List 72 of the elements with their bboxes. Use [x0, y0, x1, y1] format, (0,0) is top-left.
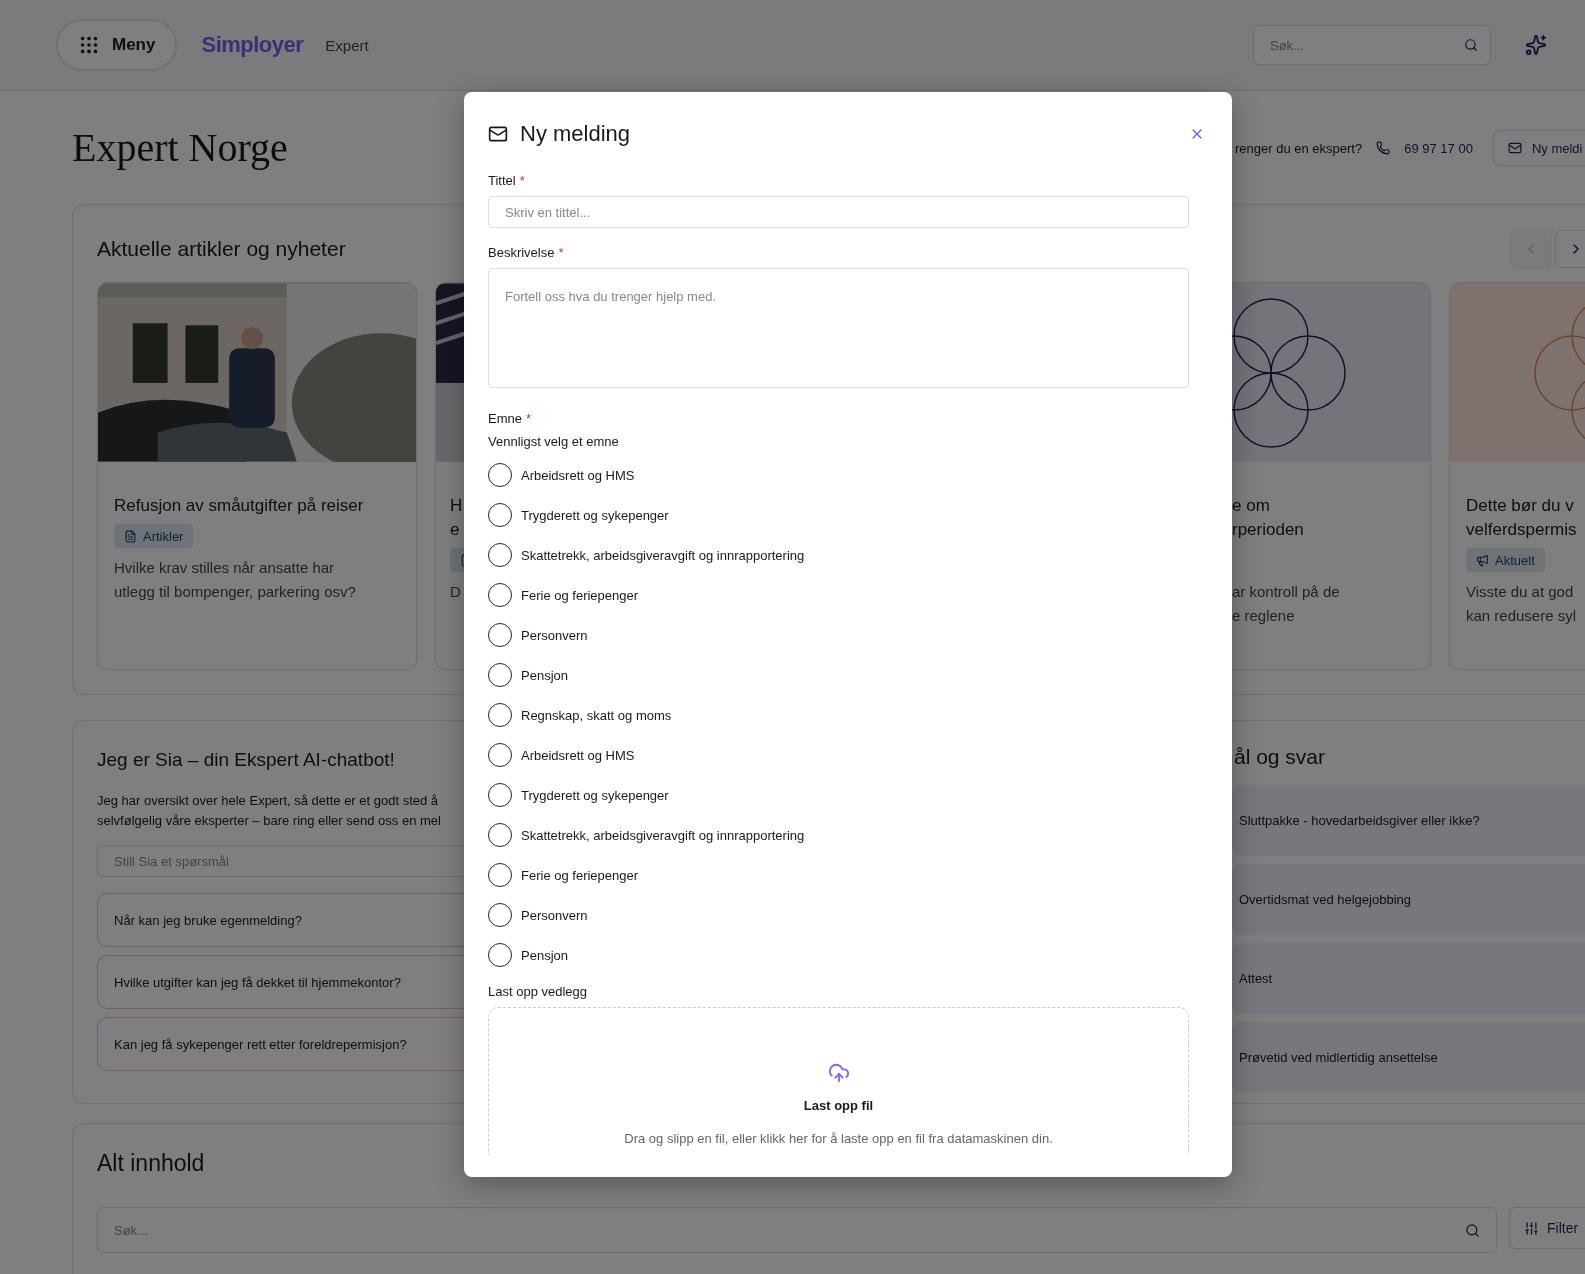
filter-button[interactable]: Filter [1509, 1207, 1585, 1249]
upload-dropzone[interactable]: Last opp fil Dra og slipp en fil, eller klikk her for å laste opp en fil fra datamaskinen din. [488, 1007, 1189, 1155]
category-tag: Artikler [114, 524, 194, 548]
topic-option[interactable]: Skattetrekk, arbeidsgiveravgift og innrapportering [488, 543, 805, 567]
faq-item[interactable]: Attest [1232, 943, 1585, 1014]
category-tag: Aktuelt [1466, 548, 1545, 572]
card-text: ar kontroll på de [1232, 582, 1340, 602]
card-title: Refusjon av småutgifter på reiser [114, 495, 364, 517]
topic-hint: Vennligst velg et emne [488, 434, 619, 449]
card-text: Visste du at god [1466, 582, 1574, 602]
card-title: e [450, 519, 460, 541]
topic-option[interactable]: Arbeidsrett og HMS [488, 463, 635, 487]
menu-icon [78, 34, 100, 56]
upload-title: Last opp fil [803, 1098, 874, 1113]
search-icon [1465, 1222, 1480, 1238]
phone-icon [1376, 141, 1391, 155]
field-label: Emne * [488, 410, 532, 428]
topic-option[interactable]: Ferie og feriepenger [488, 863, 639, 887]
cloud-upload-icon [827, 1062, 850, 1084]
new-message-button[interactable]: Ny meldi [1492, 130, 1585, 166]
section-title: Alt innhold [97, 1150, 205, 1177]
section-title: Jeg er Sia – din Ekspert AI-chatbot! [97, 749, 395, 771]
faq-item[interactable]: Prøvetid ved midlertidig ansettelse [1232, 1022, 1585, 1093]
megaphone-icon [1476, 553, 1489, 567]
faq-item[interactable]: Overtidsmat ved helgejobbing [1232, 864, 1585, 935]
dialog-title: Ny melding [520, 121, 631, 147]
upload-text: Dra og slipp en fil, eller klikk her for å laste opp en fil fra datamaskinen din. [624, 1131, 1053, 1146]
card-title: e om [1232, 495, 1270, 517]
phone-number[interactable]: 69 97 17 00 [1404, 140, 1473, 156]
card-text: Hvilke krav stilles når ansatte har [114, 558, 335, 578]
topic-option[interactable]: Regnskap, skatt og moms [488, 703, 672, 727]
topic-option[interactable]: Personvern [488, 623, 588, 647]
required-marker: * [558, 245, 564, 260]
mail-icon [1507, 141, 1522, 155]
logo: Simployer [201, 32, 304, 58]
field-label: Beskrivelse * [488, 244, 564, 262]
faq-item[interactable]: Sluttpakke - hovedarbeidsgiver eller ikke? [1232, 785, 1585, 856]
field-label: Last opp vedlegg [488, 983, 588, 1001]
card-title: rperioden [1232, 519, 1304, 541]
description-field[interactable]: Fortell oss hva du trenger hjelp med. [488, 268, 1189, 388]
card-title: H [450, 495, 463, 517]
mail-icon [488, 124, 508, 144]
sliders-icon [1524, 1220, 1539, 1236]
card-text: kan redusere syl [1466, 606, 1577, 626]
card-text: e reglene [1232, 606, 1295, 626]
contact-prompt: renger du en ekspert? [1235, 140, 1363, 156]
sparkle-icon[interactable] [1525, 34, 1547, 56]
topic-option[interactable]: Trygderett og sykepenger [488, 783, 669, 807]
card-title: Dette bør du v [1466, 495, 1574, 517]
topic-option[interactable]: Ferie og feriepenger [488, 583, 639, 607]
topic-option[interactable]: Skattetrekk, arbeidsgiveravgift og innrapportering [488, 823, 805, 847]
page-title: Expert Norge [72, 124, 288, 171]
menu-button[interactable]: Meny [56, 19, 178, 71]
search-icon [1464, 38, 1478, 52]
section-title: ål og svar [1233, 745, 1326, 769]
topic-option[interactable]: Pensjon [488, 663, 568, 687]
section-title: Aktuelle artikler og nyheter [97, 237, 346, 261]
card-title: velferdspermis [1466, 519, 1577, 541]
topic-option[interactable]: Trygderett og sykepenger [488, 503, 669, 527]
article-card[interactable]: Refusjon av småutgifter på reiser Artikler Hvilke krav stilles når ansatte har utlegg til bompenger, parkering osv? [97, 282, 417, 670]
required-marker: * [525, 411, 532, 426]
card-text: utlegg til bompenger, parkering osv? [114, 582, 356, 602]
card-text: D [450, 582, 461, 602]
article-card[interactable]: Dette bør du v velferdspermis Aktuelt Visste du at god kan redusere syl [1449, 282, 1585, 670]
field-label: Tittel * [488, 172, 525, 190]
product-name: Expert [325, 36, 369, 54]
topic-option[interactable]: Arbeidsrett og HMS [488, 743, 635, 767]
topic-option[interactable]: Pensjon [488, 943, 568, 967]
topic-option[interactable]: Personvern [488, 903, 588, 927]
required-marker: * [519, 173, 525, 188]
title-field[interactable]: Skriv en tittel... [488, 196, 1189, 228]
intro-text: Jeg har oversikt over hele Expert, så dette er et godt sted å selvfølgelig våre eksperter – bare ring eller send oss en mel [97, 792, 441, 830]
